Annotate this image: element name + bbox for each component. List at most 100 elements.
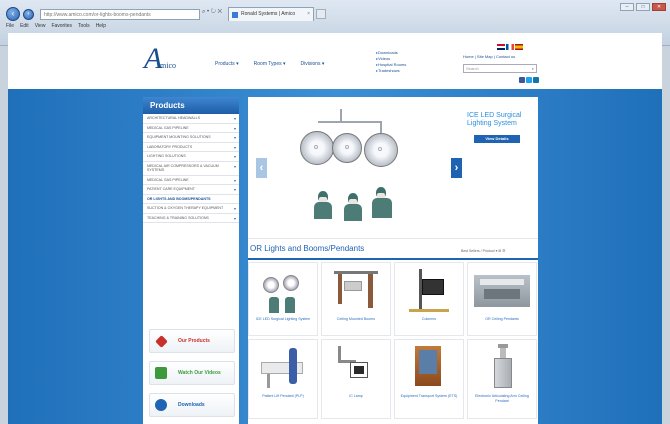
product-card[interactable]: Electronic Articulating Arm Ceiling Pend… (467, 339, 537, 419)
sidebar-item-active[interactable]: OR Lights and Booms/Pendants (143, 195, 239, 204)
minimize-button[interactable]: – (620, 3, 634, 11)
logo-letter: A (144, 42, 163, 75)
sidebar-item[interactable]: Patient Care Equipment ▾ (143, 185, 239, 195)
product-card[interactable]: Columns (394, 262, 464, 336)
products-sidebar: Products Architectural Headwalls ▾ Medica… (143, 97, 239, 424)
banner-next-button[interactable]: › (451, 158, 462, 178)
forward-button[interactable]: › (23, 9, 34, 20)
sidebar-title: Products (143, 97, 239, 114)
product-thumbnail (401, 344, 457, 392)
new-tab-button[interactable] (316, 9, 326, 19)
watch-videos-button[interactable]: Watch Our Videos (149, 361, 235, 385)
maximize-button[interactable]: □ (636, 3, 650, 11)
menu-view[interactable]: View (35, 23, 46, 29)
product-caption[interactable]: OR Ceiling Pendants (470, 317, 534, 322)
menu-tools[interactable]: Tools (78, 23, 90, 29)
sidebar-item-label: Laboratory Products (147, 144, 193, 149)
close-window-button[interactable]: ✕ (652, 3, 666, 11)
sidebar-item-label: Teaching & Training Solutions (147, 215, 209, 220)
sidebar-item[interactable]: Architectural Headwalls ▾ (143, 114, 239, 124)
amico-logo[interactable]: A mico (144, 42, 189, 80)
sidebar-item-label: Patient Care Equipment (147, 187, 195, 191)
browser-tab[interactable]: Ronald Systems | Amico × (228, 7, 314, 21)
sidebar-item[interactable]: Teaching & Training Solutions ▾ (143, 214, 239, 223)
sidebar-item-label: Lighting Solutions (147, 154, 186, 158)
product-caption[interactable]: ICE LED Surgical Lighting System (251, 317, 315, 322)
sidebar-item-label: Suction & Oxygen Therapy Equipment (147, 206, 224, 210)
menu-bar: File Edit View Favorites Tools Help (6, 23, 106, 29)
section-divider (248, 258, 538, 260)
menu-file[interactable]: File (6, 23, 14, 29)
chevron-down-icon: ▾ (233, 116, 236, 121)
back-button[interactable]: ‹ (6, 7, 20, 21)
top-links[interactable]: Home | Site Map | Contact us (463, 54, 515, 59)
address-bar[interactable]: http://www.amico.com/or-lights-booms-pen… (40, 9, 200, 20)
product-card[interactable]: Equipment Transport System (ETS) (394, 339, 464, 419)
sidebar-item[interactable]: Medical Gas Pipeline ▾ (143, 124, 239, 133)
nav-divisions[interactable]: Divisions ▾ (298, 59, 328, 69)
sidebar-list: Architectural Headwalls ▾ Medical Gas Pip… (143, 114, 239, 223)
product-caption[interactable]: Equipment Transport System (ETS) (397, 394, 461, 399)
view-details-button[interactable]: View Details (474, 135, 520, 143)
product-caption[interactable]: Patient Lift Pendant (PLP) (251, 394, 315, 399)
chevron-down-icon: ▾ (233, 187, 236, 192)
product-card[interactable]: Ceiling Mounted Booms (321, 262, 391, 336)
promo-label: Watch Our Videos (178, 370, 221, 376)
sidebar-item[interactable]: Laboratory Products ▾ (143, 143, 239, 152)
product-caption[interactable]: Ceiling Mounted Booms (324, 317, 388, 322)
flag-spain-icon[interactable] (515, 44, 523, 50)
banner-prev-button[interactable]: ‹ (256, 158, 267, 178)
twitter-icon[interactable] (526, 77, 532, 83)
product-thumbnail (328, 267, 384, 315)
product-card[interactable]: Patient Lift Pendant (PLP) (248, 339, 318, 419)
flag-uk-icon[interactable] (497, 44, 505, 50)
web-page: A mico Products ▾ Room Types ▾ Divisions… (8, 33, 662, 424)
menu-favorites[interactable]: Favorites (51, 23, 72, 29)
chevron-down-icon: ▾ (233, 215, 236, 221)
facebook-icon[interactable] (519, 77, 525, 83)
link-tradeshows[interactable]: Tradeshows (376, 68, 406, 74)
sidebar-item[interactable]: Lighting Solutions ▾ (143, 152, 239, 162)
product-thumbnail (255, 267, 311, 315)
site-header: A mico Products ▾ Room Types ▾ Divisions… (8, 33, 662, 89)
product-card[interactable]: ICE LED Surgical Lighting System (248, 262, 318, 336)
product-caption[interactable]: Electronic Articulating Arm Ceiling Pend… (470, 394, 534, 403)
nav-room-types[interactable]: Room Types ▾ (251, 59, 289, 69)
flag-france-icon[interactable] (506, 44, 514, 50)
product-thumbnail (474, 344, 530, 392)
tab-close-icon[interactable]: × (307, 8, 310, 21)
product-thumbnail (401, 267, 457, 315)
search-icon[interactable]: ⌕ (532, 65, 534, 73)
nav-products[interactable]: Products ▾ (212, 59, 242, 69)
video-icon (155, 367, 167, 379)
chevron-down-icon: ▾ (233, 177, 236, 183)
logo-text: mico (160, 61, 176, 70)
sidebar-item[interactable]: Medical Gas Pipeline ▾ (143, 176, 239, 185)
product-card[interactable]: IC Lamp (321, 339, 391, 419)
chevron-down-icon: ▾ (233, 144, 236, 150)
promo-label: Our Products (178, 338, 210, 344)
sidebar-item-label: Architectural Headwalls (147, 116, 201, 120)
product-card[interactable]: OR Ceiling Pendants (467, 262, 537, 336)
menu-edit[interactable]: Edit (20, 23, 29, 29)
our-products-button[interactable]: Our Products (149, 329, 235, 353)
social-links (519, 77, 539, 83)
chevron-down-icon: ▾ (233, 125, 236, 131)
sidebar-item[interactable]: Suction & Oxygen Therapy Equipment ▾ (143, 204, 239, 214)
address-tools[interactable]: ⌕ • ↻ ✕ (202, 9, 222, 20)
menu-help[interactable]: Help (96, 23, 106, 29)
product-caption[interactable]: IC Lamp (324, 394, 388, 399)
downloads-button[interactable]: Downloads (149, 393, 235, 417)
linkedin-icon[interactable] (533, 77, 539, 83)
sidebar-item-label: Medical Air Compressors & Vacuum Systems (147, 163, 219, 173)
sidebar-item[interactable]: Equipment Mounting Solutions ▾ (143, 133, 239, 143)
view-controls[interactable]: Best Sellers / Product ▾ ⊞ ☰ (461, 249, 505, 253)
banner-title: ICE LED Surgical Lighting System (467, 112, 522, 127)
promo-label: Downloads (178, 402, 205, 408)
chevron-down-icon: ▾ (233, 154, 236, 159)
sidebar-item-label: Medical Gas Pipeline (147, 125, 189, 130)
sidebar-item[interactable]: Medical Air Compressors & Vacuum Systems… (143, 162, 239, 176)
search-field[interactable]: Search ⌕ (463, 64, 537, 73)
product-caption[interactable]: Columns (397, 317, 461, 322)
window-controls: – □ ✕ (620, 3, 666, 11)
